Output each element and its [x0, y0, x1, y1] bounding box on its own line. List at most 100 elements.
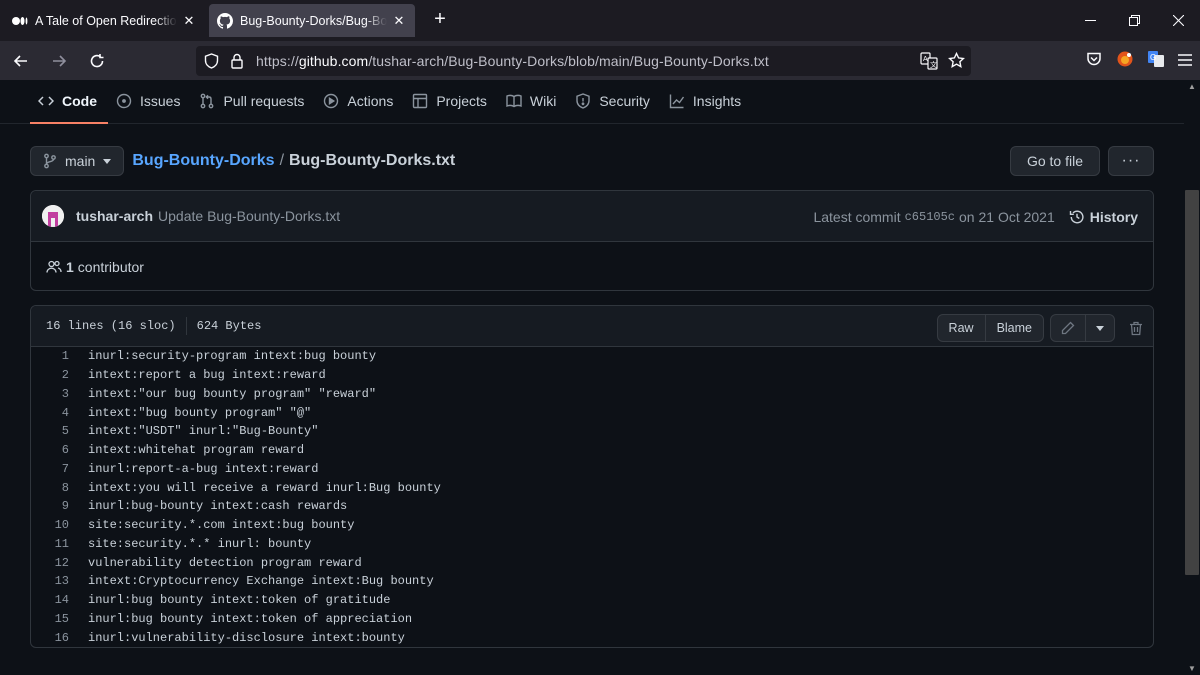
code-line: 6 intext:whitehat program reward — [31, 441, 1153, 460]
divider — [185, 317, 187, 335]
code-line: 3 intext:"our bug bounty program" "reward… — [31, 385, 1153, 404]
commit-date: on 21 Oct 2021 — [959, 208, 1055, 225]
line-number[interactable]: 8 — [31, 481, 69, 495]
people-icon — [46, 260, 62, 273]
line-number[interactable]: 12 — [31, 556, 69, 570]
line-number[interactable]: 2 — [31, 368, 69, 382]
new-tab-icon[interactable]: + — [430, 8, 450, 31]
edit-group — [1050, 314, 1115, 342]
scroll-down-arrow-icon[interactable]: ▼ — [1188, 664, 1196, 673]
history-icon — [1069, 210, 1084, 223]
url-bar[interactable]: https://github.com/tushar-arch/Bug-Bount… — [196, 46, 971, 76]
tab-projects[interactable]: Projects — [404, 79, 498, 123]
avatar[interactable] — [42, 205, 64, 227]
tracking-shield-icon[interactable] — [198, 53, 224, 69]
branch-name: main — [65, 153, 96, 169]
reload-icon[interactable] — [80, 46, 114, 76]
more-options-button[interactable]: ··· — [1108, 146, 1154, 176]
line-number[interactable]: 11 — [31, 537, 69, 551]
tab-actions[interactable]: Actions — [315, 79, 404, 123]
line-number[interactable]: 14 — [31, 593, 69, 607]
file-header: 16 lines (16 sloc) 624 Bytes Raw Blame — [31, 306, 1153, 347]
line-number[interactable]: 13 — [31, 574, 69, 588]
pocket-icon[interactable] — [1086, 51, 1102, 72]
forward-arrow-icon[interactable] — [42, 46, 76, 76]
browser-navbar: https://github.com/tushar-arch/Bug-Bount… — [0, 41, 1200, 80]
code-line: 14 inurl:bug bounty intext:token of grati… — [31, 591, 1153, 610]
line-text: inurl:vulnerability-disclosure intext:bo… — [88, 630, 405, 645]
branch-select-button[interactable]: main — [30, 146, 125, 176]
browser-tab-bar: A Tale of Open Redirection to Stored XSS… — [0, 0, 1200, 41]
trash-icon[interactable] — [1129, 321, 1143, 336]
line-number[interactable]: 10 — [31, 518, 69, 532]
back-arrow-icon[interactable] — [4, 46, 38, 76]
breadcrumb-repo-link[interactable]: Bug-Bounty-Dorks — [132, 152, 274, 169]
browser-tab-github[interactable]: Bug-Bounty-Dorks/Bug-Bounty-Dorks.txt ✕ — [209, 4, 415, 37]
line-number[interactable]: 4 — [31, 406, 69, 420]
extension-translate-icon[interactable]: G — [1148, 51, 1164, 72]
blame-button[interactable]: Blame — [984, 315, 1043, 341]
book-icon — [506, 94, 522, 108]
tab-wiki[interactable]: Wiki — [498, 79, 567, 123]
page-scrollbar[interactable]: ▲ ▼ — [1184, 80, 1200, 675]
code-line: 11 site:security.*.* inurl: bounty — [31, 535, 1153, 554]
line-number[interactable]: 5 — [31, 424, 69, 438]
latest-commit-label: Latest commit — [813, 208, 901, 225]
scroll-up-arrow-icon[interactable]: ▲ — [1188, 82, 1196, 91]
line-number[interactable]: 7 — [31, 462, 69, 476]
tab-label: Wiki — [529, 93, 557, 109]
line-number[interactable]: 16 — [31, 631, 69, 645]
browser-tab-title: Bug-Bounty-Dorks/Bug-Bounty-Dorks.txt — [240, 13, 387, 28]
tab-issues[interactable]: Issues — [108, 79, 191, 123]
code-line: 13 intext:Cryptocurrency Exchange intext:… — [31, 572, 1153, 591]
file-breadcrumb-row: main Bug-Bounty-Dorks / Bug-Bounty-Dorks.t… — [30, 146, 1154, 176]
line-number[interactable]: 3 — [31, 387, 69, 401]
raw-blame-group: Raw Blame — [936, 314, 1044, 342]
svg-text:A: A — [923, 56, 928, 63]
contributors-link[interactable]: 1 contributor — [31, 242, 1153, 291]
edit-dropdown-caret-icon[interactable] — [1085, 315, 1114, 341]
file-size: 624 Bytes — [196, 319, 262, 333]
tab-pull-requests[interactable]: Pull requests — [191, 79, 315, 123]
shield-icon — [576, 93, 591, 109]
line-number[interactable]: 9 — [31, 499, 69, 513]
browser-tab-medium[interactable]: A Tale of Open Redirection to Stored XSS… — [4, 4, 205, 37]
file-lines-info: 16 lines (16 sloc) — [46, 319, 176, 333]
minimize-icon[interactable] — [1068, 0, 1112, 41]
history-link[interactable]: History — [1069, 209, 1138, 225]
tab-label: Actions — [347, 93, 394, 109]
menu-hamburger-icon[interactable] — [1178, 53, 1192, 71]
restore-icon[interactable] — [1112, 0, 1156, 41]
bookmark-star-icon[interactable] — [948, 51, 965, 73]
breadcrumb-separator: / — [279, 152, 285, 169]
line-text: vulnerability detection program reward — [88, 555, 362, 570]
raw-button[interactable]: Raw — [938, 315, 985, 341]
line-text: inurl:bug bounty intext:token of gratitu… — [88, 593, 391, 608]
tab-insights[interactable]: Insights — [661, 79, 752, 123]
line-text: intext:you will receive a reward inurl:B… — [88, 480, 441, 495]
close-tab-icon[interactable]: ✕ — [391, 13, 407, 29]
line-number[interactable]: 15 — [31, 612, 69, 626]
translate-icon[interactable]: A文 — [920, 52, 938, 73]
caret-down-icon — [103, 158, 112, 164]
code-line: 5 intext:"USDT" inurl:"Bug-Bounty" — [31, 422, 1153, 441]
commit-message-link[interactable]: Update Bug-Bounty-Dorks.txt — [158, 208, 340, 224]
edit-pencil-icon[interactable] — [1051, 315, 1085, 341]
extension-fox-icon[interactable] — [1116, 50, 1134, 73]
go-to-file-button[interactable]: Go to file — [1009, 146, 1100, 176]
code-line: 1 inurl:security-program intext:bug bount… — [31, 347, 1153, 366]
file-box: 16 lines (16 sloc) 624 Bytes Raw Blame 1… — [30, 305, 1154, 648]
commit-sha-link[interactable]: c65105c — [905, 210, 955, 224]
code-icon — [38, 96, 54, 106]
commit-author-link[interactable]: tushar-arch — [76, 208, 153, 224]
github-favicon-icon — [217, 12, 233, 29]
close-tab-icon[interactable]: ✕ — [181, 13, 197, 29]
tab-code[interactable]: Code — [30, 79, 108, 124]
line-number[interactable]: 6 — [31, 443, 69, 457]
close-window-icon[interactable] — [1156, 0, 1200, 41]
scroll-thumb[interactable] — [1185, 190, 1199, 575]
tab-label: Pull requests — [223, 93, 305, 109]
lock-icon[interactable] — [224, 53, 250, 69]
line-number[interactable]: 1 — [31, 349, 69, 363]
tab-security[interactable]: Security — [567, 79, 661, 123]
